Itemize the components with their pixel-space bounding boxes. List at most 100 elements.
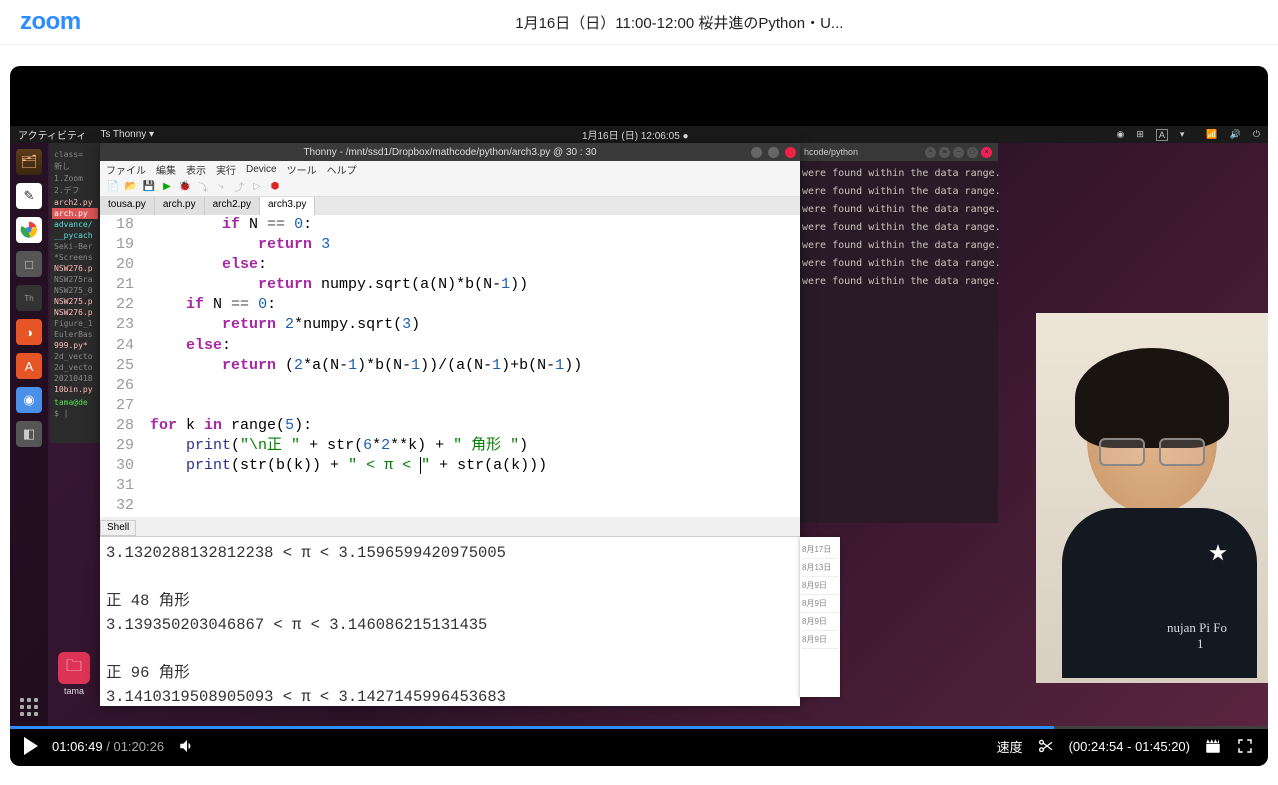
- step-into-icon[interactable]: ⤷: [214, 180, 228, 194]
- code-line[interactable]: [144, 396, 150, 416]
- maximize-icon[interactable]: □: [967, 147, 978, 158]
- file-item[interactable]: arch2.py: [52, 197, 98, 208]
- code-editor[interactable]: 18 if N == 0:19 return 320 else:21 retur…: [100, 215, 800, 517]
- dock-chrome-icon[interactable]: [16, 217, 42, 243]
- code-line[interactable]: return 3: [144, 235, 330, 255]
- ubuntu-datetime[interactable]: 1月16日 (日) 12:06:05 ●: [582, 127, 689, 142]
- file-item[interactable]: NSW275ra: [52, 274, 98, 285]
- note-item[interactable]: 8月9日: [802, 595, 838, 613]
- file-item[interactable]: 新し: [52, 160, 98, 173]
- editor-tab[interactable]: arch2.py: [205, 197, 260, 215]
- dock-app-icon[interactable]: □: [16, 251, 42, 277]
- menu-item[interactable]: Device: [246, 164, 277, 175]
- stop-icon[interactable]: ⬢: [268, 180, 282, 194]
- system-tray[interactable]: ◉ ⊞ A ▾ 📶 🔊 ⏻: [1116, 129, 1260, 141]
- network-icon[interactable]: 📶: [1206, 129, 1217, 140]
- code-line[interactable]: else:: [144, 336, 231, 356]
- step-out-icon[interactable]: ⤴: [232, 180, 246, 194]
- close-icon[interactable]: ×: [981, 147, 992, 158]
- note-item[interactable]: 8月9日: [802, 631, 838, 649]
- code-line[interactable]: for k in range(5):: [144, 416, 312, 436]
- file-item[interactable]: __pycach: [52, 230, 98, 241]
- dock-app-icon[interactable]: ◧: [16, 421, 42, 447]
- code-line[interactable]: [144, 476, 150, 496]
- search-icon[interactable]: ⌕: [925, 147, 936, 158]
- code-line[interactable]: if N == 0:: [144, 295, 276, 315]
- scissors-icon[interactable]: [1037, 737, 1055, 755]
- shell-tab[interactable]: Shell: [100, 520, 136, 536]
- menu-item[interactable]: ファイル: [106, 162, 146, 177]
- file-item[interactable]: 10bin.py: [52, 384, 98, 395]
- dock-app-icon[interactable]: ◑: [16, 319, 42, 345]
- code-line[interactable]: return (2*a(N-1)*b(N-1))/(a(N-1)+b(N-1)): [144, 356, 582, 376]
- notes-panel[interactable]: 8月17日8月13日8月9日8月9日8月9日8月9日: [800, 537, 840, 697]
- code-line[interactable]: print("\n正 " + str(6*2**k) + " 角形 "): [144, 436, 528, 456]
- chrome-tray-icon[interactable]: ◉: [1116, 129, 1124, 140]
- code-line[interactable]: print(str(b(k)) + " < π < " + str(a(k))): [144, 456, 547, 476]
- dock-app-icon[interactable]: ◉: [16, 387, 42, 413]
- file-item[interactable]: EulerBas: [52, 329, 98, 340]
- volume-icon[interactable]: 🔊: [1230, 129, 1241, 140]
- code-line[interactable]: return 2*numpy.sqrt(3): [144, 315, 420, 335]
- terminal-window[interactable]: hcode/python ⌕ ≡ − □ × were found within…: [798, 143, 998, 523]
- file-item[interactable]: 2.デフ: [52, 184, 98, 197]
- open-file-icon[interactable]: 📂: [124, 180, 138, 194]
- file-item[interactable]: 1.Zoom: [52, 173, 98, 184]
- file-item[interactable]: Figure_1: [52, 318, 98, 329]
- file-item[interactable]: advance/: [52, 219, 98, 230]
- file-item[interactable]: 2d_vecto: [52, 351, 98, 362]
- dock-thonny-icon[interactable]: Th: [16, 285, 42, 311]
- file-item[interactable]: tama@de: [52, 397, 98, 408]
- code-line[interactable]: [144, 496, 150, 516]
- run-icon[interactable]: ▶: [160, 180, 174, 194]
- keyboard-indicator[interactable]: A: [1156, 129, 1168, 141]
- editor-tab[interactable]: arch3.py: [260, 197, 315, 215]
- note-item[interactable]: 8月9日: [802, 613, 838, 631]
- file-item[interactable]: NSW275.p: [52, 296, 98, 307]
- thonny-window[interactable]: Thonny - /mnt/ssd1/Dropbox/mathcode/pyth…: [100, 143, 800, 703]
- file-item[interactable]: NSW276.p: [52, 263, 98, 274]
- play-button[interactable]: [24, 737, 38, 755]
- editor-tab[interactable]: arch.py: [155, 197, 205, 215]
- new-file-icon[interactable]: 📄: [106, 180, 120, 194]
- save-icon[interactable]: 💾: [142, 180, 156, 194]
- dock-app-icon[interactable]: ✎: [16, 183, 42, 209]
- file-item[interactable]: arch.py: [52, 208, 98, 219]
- file-item[interactable]: NSW275_0: [52, 285, 98, 296]
- note-item[interactable]: 8月9日: [802, 577, 838, 595]
- speed-label[interactable]: 速度: [997, 737, 1023, 756]
- fullscreen-icon[interactable]: [1236, 737, 1254, 755]
- shell-output[interactable]: 3.1320288132812238 < π < 3.1596599420975…: [100, 536, 800, 706]
- menu-item[interactable]: ヘルプ: [327, 162, 357, 177]
- activities-button[interactable]: アクティビティ: [18, 127, 86, 142]
- thonny-titlebar[interactable]: Thonny - /mnt/ssd1/Dropbox/mathcode/pyth…: [100, 143, 800, 161]
- dock-apps-grid-icon[interactable]: [20, 698, 38, 716]
- editor-tab[interactable]: tousa.py: [100, 197, 155, 215]
- note-item[interactable]: 8月13日: [802, 559, 838, 577]
- debug-icon[interactable]: 🐞: [178, 180, 192, 194]
- minimize-icon[interactable]: −: [953, 147, 964, 158]
- code-line[interactable]: return numpy.sqrt(a(N)*b(N-1)): [144, 275, 528, 295]
- code-line[interactable]: [144, 376, 150, 396]
- menu-item[interactable]: 実行: [216, 162, 236, 177]
- file-item[interactable]: class=: [52, 149, 98, 160]
- file-item[interactable]: 2d_vecto: [52, 362, 98, 373]
- app-indicator[interactable]: Ts Thonny ▾: [100, 129, 154, 140]
- dock-files-icon[interactable]: 🗂: [16, 149, 42, 175]
- menu-icon[interactable]: ≡: [939, 147, 950, 158]
- file-item[interactable]: $ |: [52, 408, 98, 419]
- file-item[interactable]: NSW276.p: [52, 307, 98, 318]
- file-item[interactable]: *Screens: [52, 252, 98, 263]
- note-item[interactable]: 8月17日: [802, 541, 838, 559]
- file-item[interactable]: 999.py*: [52, 340, 98, 351]
- maximize-icon[interactable]: [768, 147, 779, 158]
- progress-bar[interactable]: [10, 726, 1268, 729]
- file-item[interactable]: 20210418: [52, 373, 98, 384]
- menu-item[interactable]: 表示: [186, 162, 206, 177]
- resume-icon[interactable]: ▷: [250, 180, 264, 194]
- minimize-icon[interactable]: [751, 147, 762, 158]
- volume-button[interactable]: [178, 737, 196, 755]
- step-over-icon[interactable]: ⤵: [196, 180, 210, 194]
- file-item[interactable]: Seki-Ber: [52, 241, 98, 252]
- power-icon[interactable]: ⏻: [1253, 129, 1260, 140]
